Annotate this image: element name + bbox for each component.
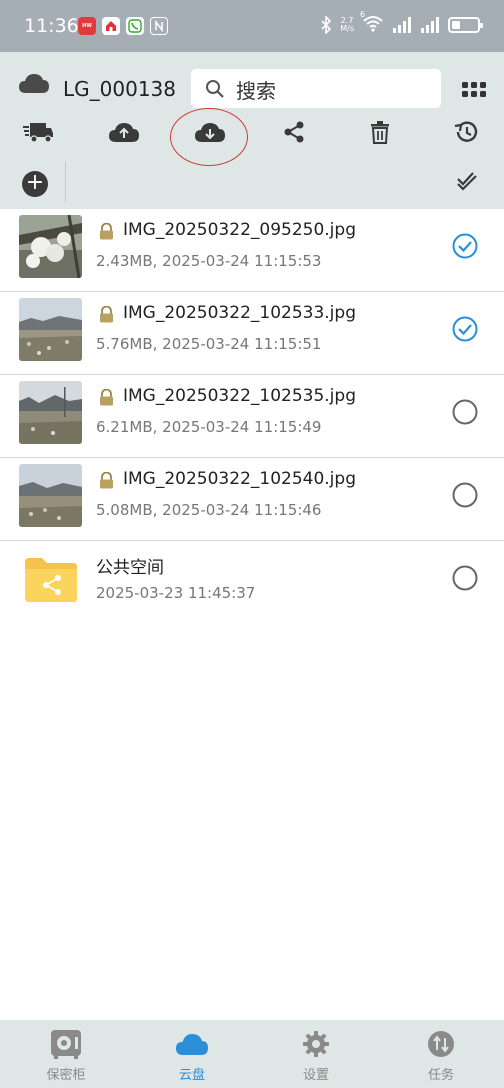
wifi-icon: 6 [360, 10, 384, 36]
status-bar: 11:36 HW 2.7 M/s 6 [0, 0, 504, 52]
checked-icon[interactable] [452, 316, 478, 342]
file-row[interactable]: IMG_20250322_102535.jpg 6.21MB, 2025-03-… [0, 375, 504, 458]
folder-row[interactable]: 公共空间 2025-03-23 11:45:37 [0, 541, 504, 624]
unchecked-icon[interactable] [452, 399, 478, 425]
status-right-icons: 2.7 M/s 6 [320, 10, 483, 36]
file-row[interactable]: IMG_20250322_095250.jpg 2.43MB, 2025-03-… [0, 209, 504, 292]
lock-icon [100, 389, 113, 406]
search-input[interactable]: 搜索 [191, 69, 441, 108]
file-thumbnail [19, 215, 82, 278]
file-meta: 2.43MB, 2025-03-24 11:15:53 [96, 252, 322, 270]
history-icon[interactable] [448, 116, 484, 148]
battery-icon [448, 17, 483, 33]
nav-cloud[interactable]: 云盘 [152, 1026, 232, 1083]
lock-icon [100, 472, 113, 489]
nav-settings[interactable]: 设置 [276, 1026, 356, 1083]
lock-icon [100, 306, 113, 323]
transfer-truck-icon[interactable] [20, 116, 56, 148]
file-name: IMG_20250322_102535.jpg [123, 386, 356, 406]
nav-label: 任务 [427, 1068, 454, 1083]
action-row: + [0, 162, 504, 206]
unchecked-icon[interactable] [452, 565, 478, 591]
file-thumbnail [19, 298, 82, 361]
trash-icon[interactable] [362, 116, 398, 148]
select-all-icon[interactable] [456, 170, 478, 192]
checked-icon[interactable] [452, 233, 478, 259]
add-button[interactable]: + [22, 171, 48, 197]
nav-tasks[interactable]: 任务 [401, 1026, 481, 1083]
nfc-icon [150, 17, 168, 35]
app-header: LG_000138 搜索 + [0, 52, 504, 209]
folder-meta: 2025-03-23 11:45:37 [96, 584, 256, 602]
search-icon [206, 80, 224, 98]
cloud-icon [176, 1034, 208, 1055]
file-meta: 6.21MB, 2025-03-24 11:15:49 [96, 418, 322, 436]
apps-menu-icon[interactable] [462, 82, 486, 97]
file-name: IMG_20250322_102540.jpg [123, 469, 356, 489]
nav-label: 保密柜 [46, 1068, 86, 1083]
transfer-icon [428, 1031, 454, 1057]
nav-label: 云盘 [178, 1068, 205, 1083]
file-row[interactable]: IMG_20250322_102540.jpg 5.08MB, 2025-03-… [0, 458, 504, 541]
file-list: IMG_20250322_095250.jpg 2.43MB, 2025-03-… [0, 209, 504, 624]
home-app-icon [102, 17, 120, 35]
network-speed: 2.7 M/s [340, 16, 354, 33]
gear-icon [303, 1031, 329, 1057]
huawei-app-icon: HW [78, 17, 96, 35]
toolbar [0, 108, 504, 166]
signal-icon-1 [393, 17, 411, 33]
status-time: 11:36 [24, 15, 79, 37]
search-placeholder: 搜索 [236, 79, 276, 103]
bottom-nav: 保密柜 云盘 设置 任务 [0, 1020, 504, 1088]
file-thumbnail [19, 381, 82, 444]
shared-folder-icon [25, 558, 77, 602]
notification-icons: HW [78, 17, 168, 35]
file-name: IMG_20250322_102533.jpg [123, 303, 356, 323]
nav-safe[interactable]: 保密柜 [26, 1026, 106, 1083]
divider [65, 162, 66, 202]
file-name: IMG_20250322_095250.jpg [123, 220, 356, 240]
share-icon[interactable] [276, 116, 312, 148]
cloud-upload-icon[interactable] [106, 116, 142, 148]
file-meta: 5.08MB, 2025-03-24 11:15:46 [96, 501, 322, 519]
lock-icon [100, 223, 113, 240]
folder-name: 公共空间 [96, 558, 164, 578]
bluetooth-icon [321, 16, 332, 34]
account-name[interactable]: LG_000138 [63, 77, 176, 101]
download-highlight-ring [170, 108, 248, 166]
title-row: LG_000138 搜索 [0, 60, 504, 108]
file-row[interactable]: IMG_20250322_102533.jpg 5.76MB, 2025-03-… [0, 292, 504, 375]
safe-icon [51, 1030, 81, 1059]
nav-label: 设置 [302, 1068, 329, 1083]
cloud-logo-icon [19, 74, 49, 93]
file-meta: 5.76MB, 2025-03-24 11:15:51 [96, 335, 322, 353]
phone-app-icon [126, 17, 144, 35]
unchecked-icon[interactable] [452, 482, 478, 508]
signal-icon-2 [421, 17, 439, 33]
file-thumbnail [19, 464, 82, 527]
